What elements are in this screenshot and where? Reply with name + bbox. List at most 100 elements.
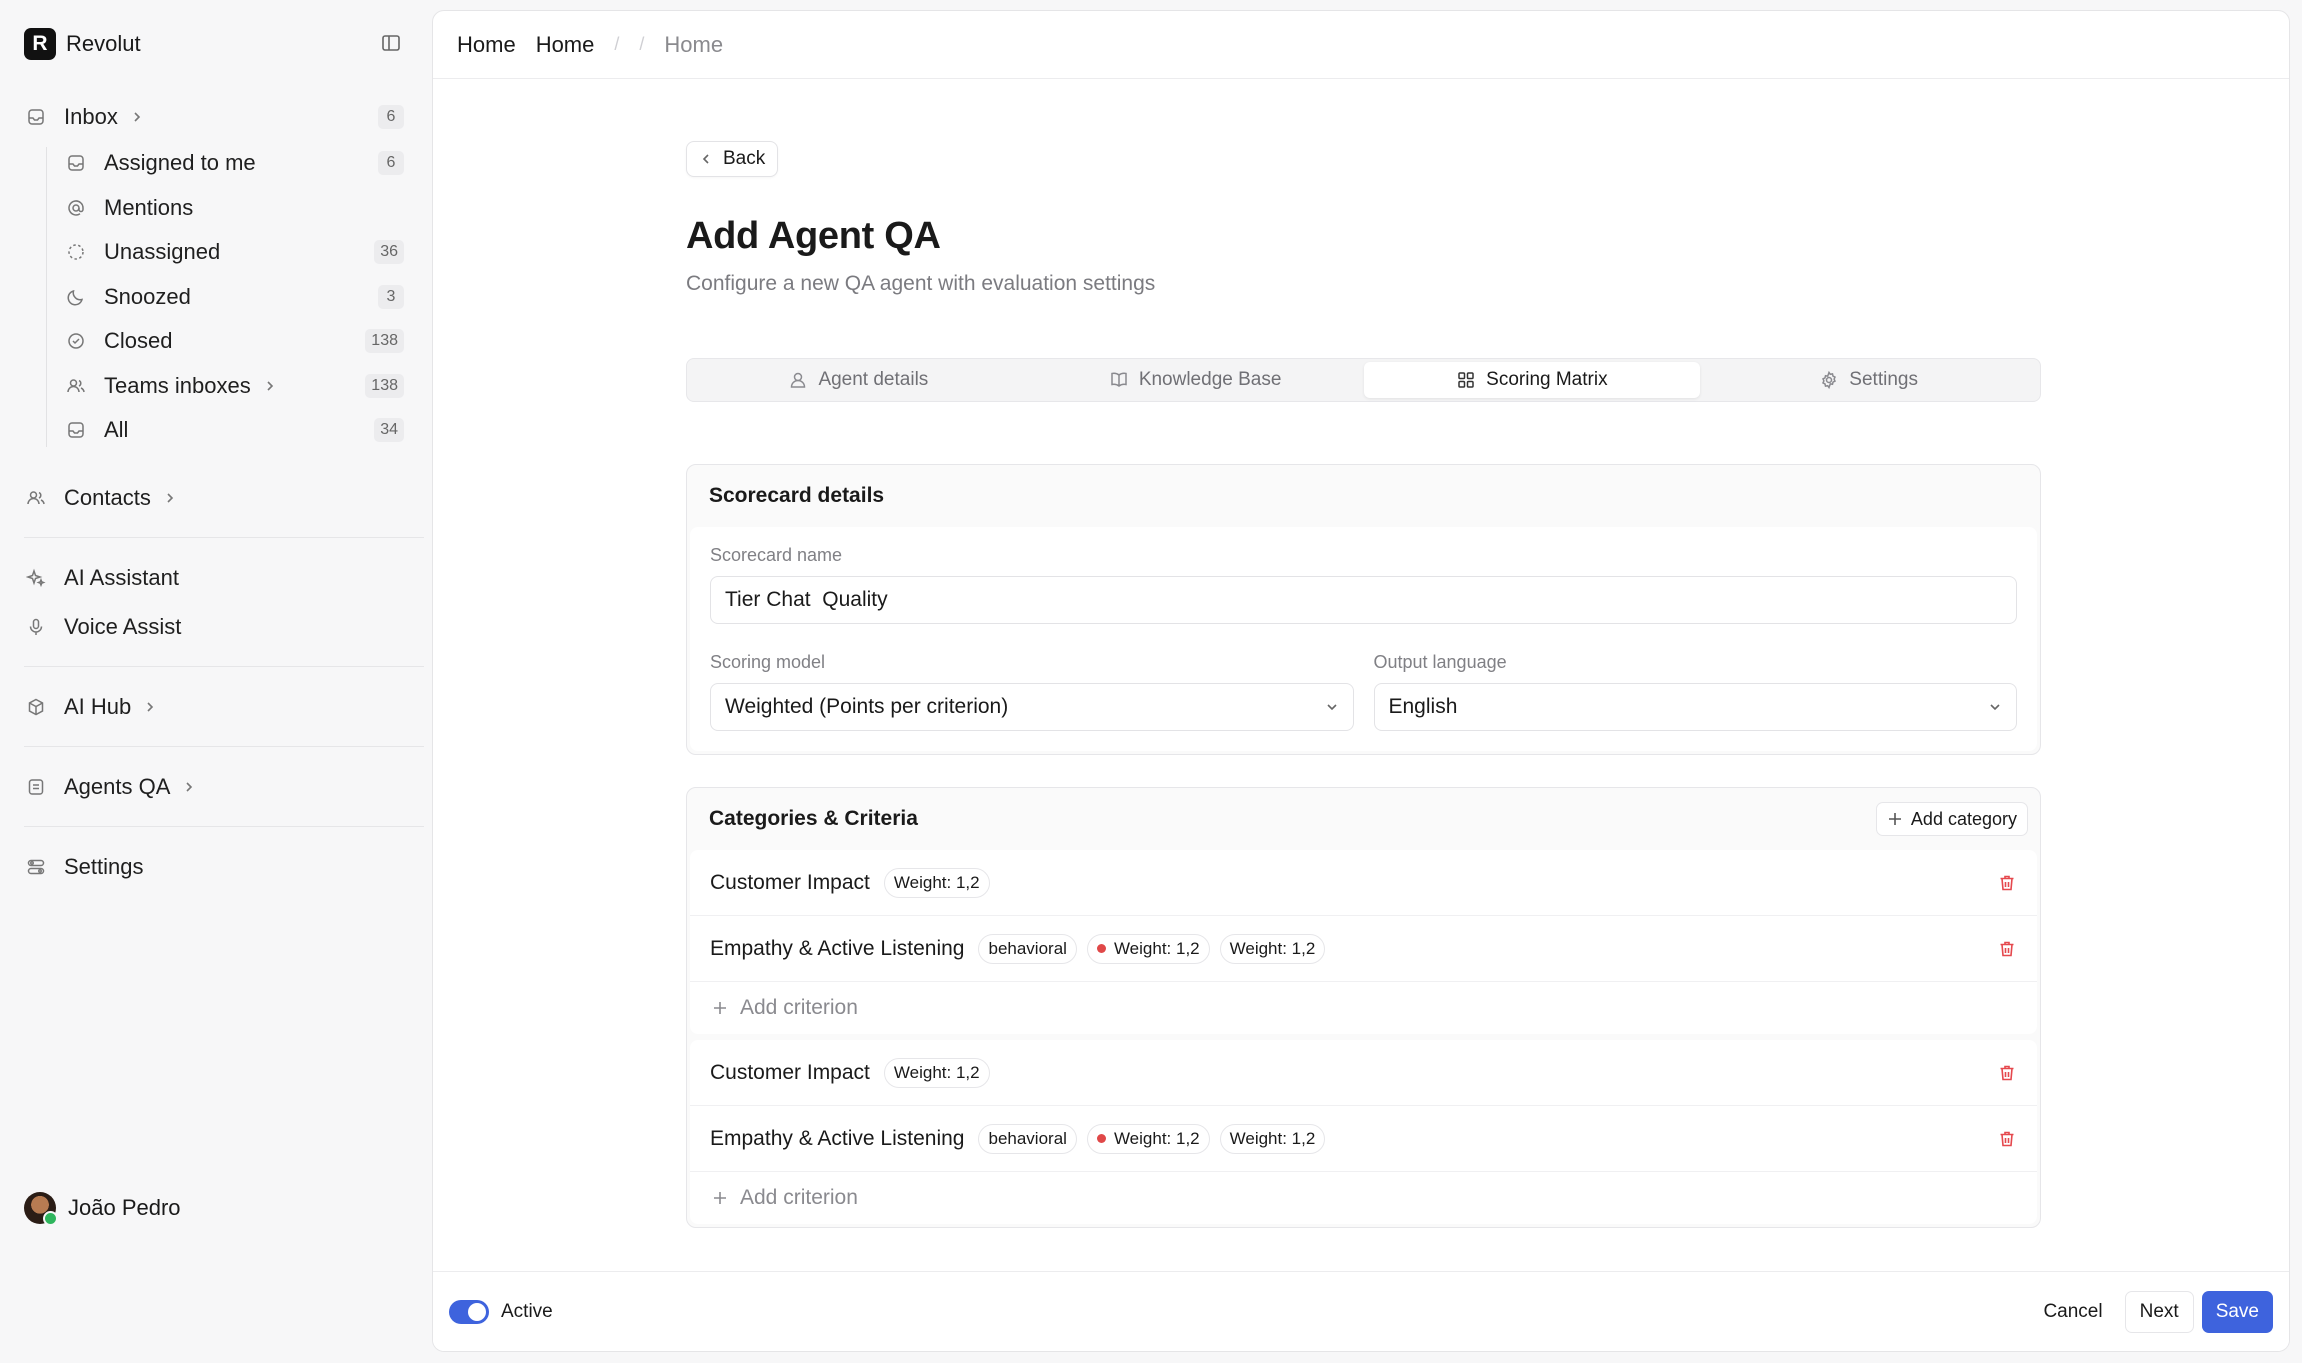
sidebar-item-ai-assistant[interactable]: AI Assistant [24, 558, 404, 598]
settings-toggles-icon [24, 855, 48, 879]
chevron-right-icon [263, 379, 277, 393]
scorecard-name-input[interactable]: Tier Chat Quality [710, 576, 2017, 624]
tab-agent-details[interactable]: Agent details [690, 362, 1027, 398]
tab-bar: Agent details Knowledge Base Scoring Mat… [686, 358, 2041, 402]
output-language-select[interactable]: English [1373, 683, 2017, 731]
sidebar-item-label: Assigned to me [104, 150, 256, 175]
grid-icon [1456, 370, 1476, 390]
sidebar-item-all[interactable]: All 34 [64, 410, 404, 450]
sidebar-item-label: Settings [64, 854, 144, 879]
tab-knowledge-base[interactable]: Knowledge Base [1027, 362, 1364, 398]
add-criterion-button[interactable]: Add criterion [690, 1172, 2037, 1224]
field-label: Scoring model [710, 652, 826, 672]
sidebar-item-mentions[interactable]: Mentions [64, 188, 404, 228]
breadcrumb-item[interactable]: Home [536, 32, 595, 58]
category-block: Customer Impact Weight: 1,2 Empathy & Ac… [690, 1040, 2037, 1224]
tab-settings[interactable]: Settings [1700, 362, 2037, 398]
active-label: Active [501, 1300, 553, 1322]
sidebar-item-label: All [104, 417, 129, 442]
sidebar-item-agents-qa[interactable]: Agents QA [24, 767, 404, 807]
trash-icon[interactable] [1997, 939, 2017, 959]
trash-icon[interactable] [1997, 873, 2017, 893]
sidebar-item-voice-assist[interactable]: Voice Assist [24, 607, 404, 647]
criterion-row[interactable]: Empathy & Active Listening behavioral We… [690, 916, 2037, 982]
sidebar-item-teams-inboxes[interactable]: Teams inboxes 138 [64, 366, 404, 406]
add-category-button[interactable]: Add category [1875, 802, 2028, 836]
sidebar-item-snoozed[interactable]: Snoozed 3 [64, 277, 404, 317]
cube-icon [24, 695, 48, 719]
back-button[interactable]: Back [686, 141, 779, 177]
sidebar-divider [24, 666, 424, 667]
cancel-button[interactable]: Cancel [2029, 1291, 2116, 1333]
criterion-row[interactable]: Empathy & Active Listening behavioral We… [690, 1106, 2037, 1172]
add-criterion-button[interactable]: Add criterion [690, 982, 2037, 1034]
tab-scoring-matrix[interactable]: Scoring Matrix [1363, 362, 1701, 398]
sidebar-toggle-icon[interactable] [378, 30, 404, 56]
breadcrumb-current: Home [664, 31, 724, 57]
tab-label: Knowledge Base [1138, 369, 1282, 390]
page-content: Back Add Agent QA Configure a new QA age… [686, 141, 2041, 1228]
category-row[interactable]: Customer Impact Weight: 1,2 [690, 850, 2037, 916]
criterion-name: Empathy & Active Listening [710, 936, 965, 960]
input-value: Tier Chat Quality [725, 588, 888, 611]
revolut-logo: R [24, 28, 56, 60]
count-badge: 6 [378, 151, 404, 175]
weight-tag: Weight: 1,2 [883, 867, 990, 898]
count-badge: 36 [374, 240, 404, 264]
criterion-name: Empathy & Active Listening [710, 1126, 965, 1150]
sidebar-item-label: Snoozed [104, 284, 191, 309]
user-name: João Pedro [68, 1195, 181, 1220]
weight-value: Weight: 1,2 [1113, 938, 1200, 958]
sidebar-item-closed[interactable]: Closed 138 [64, 321, 404, 361]
weight-tag: Weight: 1,2 [1086, 1123, 1210, 1154]
sidebar-divider [24, 537, 424, 538]
sidebar-item-contacts[interactable]: Contacts [24, 478, 404, 518]
field-label: Scorecard name [710, 545, 843, 565]
sidebar-divider [24, 746, 424, 747]
count-badge: 3 [378, 285, 404, 309]
count-badge: 138 [365, 374, 404, 398]
breadcrumb: Home Home / / Home [433, 11, 2289, 79]
card-heading: Categories & Criteria [709, 807, 918, 830]
category-row[interactable]: Customer Impact Weight: 1,2 [690, 1040, 2037, 1106]
sidebar-item-ai-hub[interactable]: AI Hub [24, 687, 404, 727]
save-button[interactable]: Save [2201, 1290, 2273, 1333]
next-button[interactable]: Next [2124, 1290, 2194, 1333]
scoring-model-select[interactable]: Weighted (Points per criterion) [710, 683, 1354, 731]
category-name: Customer Impact [710, 870, 870, 894]
chevron-down-icon [1325, 700, 1339, 714]
sidebar-item-assigned-to-me[interactable]: Assigned to me 6 [64, 143, 404, 183]
at-icon [64, 196, 88, 220]
book-icon [1109, 370, 1129, 390]
type-tag: behavioral [978, 1123, 1077, 1154]
count-badge: 34 [374, 418, 404, 442]
sidebar-item-label: Mentions [104, 195, 194, 220]
select-value: Weighted (Points per criterion) [725, 695, 1009, 718]
breadcrumb-item[interactable]: Home [457, 32, 516, 58]
select-value: English [1388, 695, 1458, 718]
sidebar-item-unassigned[interactable]: Unassigned 36 [64, 232, 404, 272]
category-name: Customer Impact [710, 1060, 870, 1084]
plus-icon [712, 1190, 728, 1206]
sidebar-item-label: Agents QA [64, 774, 171, 799]
check-circle-icon [64, 329, 88, 353]
sparkle-icon [24, 566, 48, 590]
active-toggle[interactable] [449, 1299, 489, 1324]
count-badge: 138 [365, 329, 404, 353]
user-profile[interactable]: João Pedro [24, 1192, 181, 1226]
gear-icon [1819, 370, 1839, 390]
sidebar-item-label: Voice Assist [64, 614, 182, 639]
chevron-down-icon [1988, 700, 2002, 714]
moon-icon [64, 285, 88, 309]
page-title: Add Agent QA [686, 215, 941, 257]
sidebar-item-settings[interactable]: Settings [24, 847, 404, 887]
trash-icon[interactable] [1997, 1129, 2017, 1149]
weight-tag: Weight: 1,2 [1219, 1123, 1326, 1154]
users-icon [64, 374, 88, 398]
main-panel: Home Home / / Home Back Add Agent QA Con… [432, 10, 2290, 1352]
sidebar-item-inbox[interactable]: Inbox 6 [24, 97, 404, 137]
sidebar-item-label: Teams inboxes [104, 373, 251, 398]
trash-icon[interactable] [1997, 1063, 2017, 1083]
brand[interactable]: R Revolut [24, 28, 141, 60]
weight-tag: Weight: 1,2 [883, 1057, 990, 1088]
